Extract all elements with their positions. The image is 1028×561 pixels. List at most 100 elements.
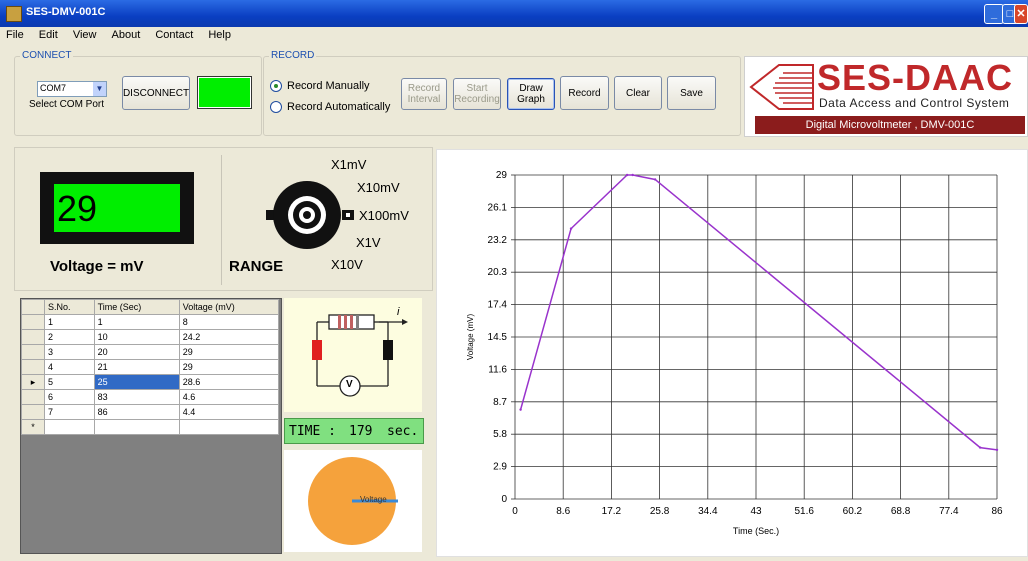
x-tick-label: 17.2 bbox=[602, 506, 622, 517]
row-header[interactable] bbox=[21, 344, 45, 360]
y-tick-label: 17.4 bbox=[488, 300, 508, 311]
cell[interactable]: 4.6 bbox=[178, 389, 280, 405]
series-line bbox=[519, 174, 998, 451]
row-header[interactable] bbox=[21, 314, 45, 330]
range-option-10v[interactable]: X10V bbox=[331, 257, 363, 272]
voltage-time-chart: 0 8.6 17.2 25.8 34.4 43 51.6 60.2 68.8 77.4 86 0 2.9… bbox=[436, 149, 1028, 557]
table-row[interactable]: 2 10 24.2 bbox=[21, 329, 280, 345]
table-header: S.No. Time (Sec) Voltage (mV) bbox=[21, 299, 280, 315]
cell[interactable]: 29 bbox=[178, 344, 280, 360]
menu-bar: File Edit View About Contact Help bbox=[0, 27, 1028, 45]
cell[interactable]: 4 bbox=[44, 359, 95, 375]
range-option-1v[interactable]: X1V bbox=[356, 235, 381, 250]
cell[interactable]: 8 bbox=[178, 314, 280, 330]
y-axis-label: Voltage (mV) bbox=[466, 314, 475, 361]
chart-svg: 0 8.6 17.2 25.8 34.4 43 51.6 60.2 68.8 77.4 86 0 2.9… bbox=[466, 170, 1003, 536]
radio-unchecked-icon bbox=[270, 101, 282, 113]
menu-about[interactable]: About bbox=[106, 27, 147, 41]
draw-graph-button[interactable]: Draw Graph bbox=[507, 78, 555, 110]
time-display: TIME : 179 sec. bbox=[284, 418, 424, 444]
cell[interactable]: 3 bbox=[44, 344, 95, 360]
menu-view[interactable]: View bbox=[67, 27, 103, 41]
row-header[interactable] bbox=[21, 359, 45, 375]
product-name-banner: Digital Microvoltmeter , DMV-001C bbox=[755, 116, 1025, 134]
record-group-label: RECORD bbox=[269, 50, 317, 61]
row-header[interactable] bbox=[21, 389, 45, 405]
start-recording-button[interactable]: Start Recording bbox=[453, 78, 501, 110]
cell[interactable]: 2 bbox=[44, 329, 95, 345]
record-interval-button[interactable]: Record Interval bbox=[401, 78, 447, 110]
row-header[interactable] bbox=[21, 404, 45, 420]
chevron-down-icon[interactable]: ▼ bbox=[93, 82, 106, 96]
cell[interactable]: 10 bbox=[93, 329, 180, 345]
record-button[interactable]: Record bbox=[560, 76, 609, 110]
range-label: RANGE bbox=[229, 258, 284, 275]
menu-help[interactable]: Help bbox=[202, 27, 237, 41]
cell[interactable] bbox=[44, 419, 95, 435]
table-row[interactable]: 7 86 4.4 bbox=[21, 404, 280, 420]
selected-cell[interactable]: 25 bbox=[93, 374, 180, 390]
menu-contact[interactable]: Contact bbox=[149, 27, 199, 41]
data-grid[interactable]: S.No. Time (Sec) Voltage (mV) 118 2 10 24.… bbox=[20, 298, 282, 554]
cell[interactable]: 86 bbox=[93, 404, 180, 420]
clear-button[interactable]: Clear bbox=[614, 76, 662, 110]
y-tick-label: 26.1 bbox=[488, 202, 508, 213]
cell[interactable]: 7 bbox=[44, 404, 95, 420]
x-tick-label: 43 bbox=[750, 506, 762, 517]
cell[interactable]: 5 bbox=[44, 374, 95, 390]
record-automatically-radio[interactable]: Record Automatically bbox=[270, 101, 390, 113]
record-automatically-label: Record Automatically bbox=[287, 101, 391, 113]
cell[interactable]: 1 bbox=[93, 314, 180, 330]
data-point bbox=[569, 227, 573, 230]
x-tick-label: 8.6 bbox=[556, 506, 570, 517]
close-icon[interactable]: ✕ bbox=[1014, 4, 1028, 24]
row-header[interactable] bbox=[21, 329, 45, 345]
y-tick-label: 20.3 bbox=[488, 267, 508, 278]
range-option-10mv[interactable]: X10mV bbox=[357, 180, 400, 195]
cell[interactable]: 83 bbox=[93, 389, 180, 405]
y-tick-label: 29 bbox=[496, 170, 508, 181]
com-port-select[interactable]: COM7 ▼ bbox=[37, 81, 107, 97]
minimize-icon[interactable]: _ bbox=[984, 4, 1004, 24]
table-row[interactable]: 6 83 4.6 bbox=[21, 389, 280, 405]
cell[interactable] bbox=[93, 419, 180, 435]
app-icon bbox=[6, 6, 22, 22]
cell[interactable]: 28.6 bbox=[178, 374, 280, 390]
cell[interactable] bbox=[178, 419, 280, 435]
new-row[interactable]: * bbox=[21, 419, 280, 435]
y-tick-label: 11.6 bbox=[488, 364, 507, 375]
cell[interactable]: 24.2 bbox=[178, 329, 280, 345]
disconnect-button[interactable]: DISCONNECT bbox=[122, 76, 190, 110]
column-header[interactable]: S.No. bbox=[44, 299, 95, 315]
table-row[interactable]: 118 bbox=[21, 314, 280, 330]
x-tick-label: 68.8 bbox=[891, 506, 911, 517]
range-knob-icon[interactable] bbox=[262, 178, 362, 252]
save-button[interactable]: Save bbox=[667, 76, 716, 110]
cell[interactable]: 20 bbox=[93, 344, 180, 360]
data-point bbox=[519, 408, 522, 411]
column-header[interactable]: Voltage (mV) bbox=[178, 299, 280, 315]
y-tick-label: 23.2 bbox=[488, 235, 508, 246]
new-row-marker-icon[interactable]: * bbox=[21, 419, 45, 435]
range-option-100mv[interactable]: X100mV bbox=[359, 208, 409, 223]
range-option-1mv[interactable]: X1mV bbox=[331, 157, 366, 172]
cell[interactable]: 6 bbox=[44, 389, 95, 405]
record-manually-label: Record Manually bbox=[287, 80, 370, 92]
cell[interactable]: 29 bbox=[178, 359, 280, 375]
column-header[interactable]: Time (Sec) bbox=[93, 299, 180, 315]
data-point bbox=[995, 448, 999, 452]
cell[interactable]: 4.4 bbox=[178, 404, 280, 420]
table-row[interactable]: 4 21 29 bbox=[21, 359, 280, 375]
data-point bbox=[978, 446, 982, 449]
current-row-indicator-icon[interactable]: ▸ bbox=[21, 374, 45, 390]
gauge-label: Voltage bbox=[360, 495, 387, 504]
voltmeter-symbol: V bbox=[346, 379, 353, 390]
table-row[interactable]: ▸ 5 25 28.6 bbox=[21, 374, 280, 390]
menu-edit[interactable]: Edit bbox=[33, 27, 64, 41]
cell[interactable]: 21 bbox=[93, 359, 180, 375]
x-tick-label: 0 bbox=[512, 506, 518, 517]
table-row[interactable]: 3 20 29 bbox=[21, 344, 280, 360]
cell[interactable]: 1 bbox=[44, 314, 95, 330]
menu-file[interactable]: File bbox=[0, 27, 30, 41]
record-manually-radio[interactable]: Record Manually bbox=[270, 80, 370, 92]
